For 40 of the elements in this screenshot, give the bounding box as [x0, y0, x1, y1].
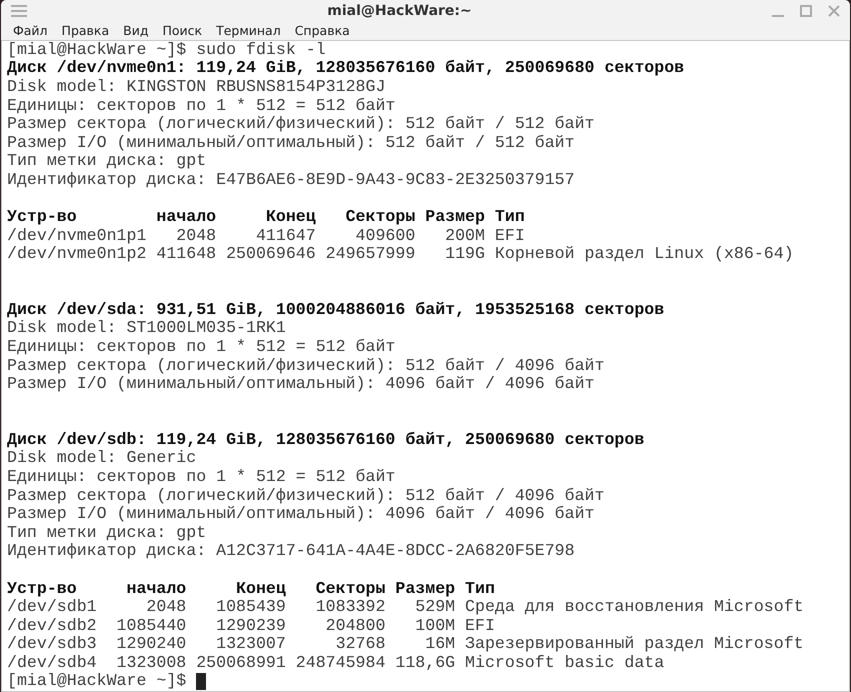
terminal-prompt: [mial@HackWare ~]$ sudo fdisk -l	[7, 40, 326, 60]
terminal-line: Единицы: секторов по 1 * 512 = 512 байт	[7, 338, 396, 357]
terminal-line: Тип метки диска: gpt	[7, 152, 206, 171]
menu-icon[interactable]	[11, 5, 27, 18]
menu-item[interactable]: Правка	[54, 22, 116, 38]
terminal-line: Устр-во начало Конец Секторы Размер Тип	[7, 580, 495, 598]
menu-item[interactable]: Терминал	[209, 22, 288, 38]
terminal-line: Идентификатор диска: E47B6AE6-8E9D-9A43-9C83-2E3250379157	[7, 170, 575, 190]
terminal-line: Диск /dev/sdb: 119,24 GiB, 128035676160 байт, 250069680 секторов	[7, 430, 644, 450]
terminal-line: Идентификатор диска: A12C3717-641A-4A4E-8DCC-2A6820F5E798	[7, 542, 575, 561]
terminal-line: Размер I/O (минимальный/оптимальный): 512 байт / 512 байт	[7, 134, 575, 152]
terminal-line: Disk model: Generic	[7, 449, 196, 468]
menu-item[interactable]: Файл	[6, 22, 55, 38]
terminal-line: /dev/sdb1 2048 1085439 1083392 529M Среда для восстановления Microsoft	[7, 598, 804, 617]
terminal-line: Размер сектора (логический/физический): 512 байт / 4096 байт	[7, 356, 604, 376]
terminal-line: Диск /dev/nvme0n1: 119,24 GiB, 128035676160 байт, 250069680 секторов	[7, 59, 684, 78]
menu-item[interactable]: Поиск	[155, 22, 210, 38]
menu-item[interactable]: Справка	[288, 22, 357, 38]
menu-item[interactable]: Вид	[116, 22, 156, 38]
terminal-prompt: [mial@HackWare ~]$	[7, 672, 186, 691]
terminal-line: /dev/sdb3 1290240 1323007 32768 16M Зарезервированный раздел Microsoft	[7, 635, 804, 654]
terminal-line: Disk model: ST1000LM035-1RK1	[7, 319, 286, 338]
terminal-line: Размер сектора (логический/физический): 512 байт / 512 байт	[7, 115, 595, 134]
terminal-line: Размер сектора (логический/физический): 512 байт / 4096 байт	[7, 486, 604, 506]
terminal-line: /dev/nvme0n1p1 2048 411647 409600 200M EFI	[7, 226, 525, 246]
terminal-line: Единицы: секторов по 1 * 512 = 512 байт	[7, 468, 396, 487]
terminal-pane[interactable]	[1, 40, 850, 692]
terminal-line: /dev/sdb4 1323008 250068991 248745984 118,6G Microsoft basic data	[7, 654, 664, 672]
close-icon[interactable]	[828, 5, 840, 18]
terminal-line: Disk model: KINGSTON RBUSNS8154P3128GJ	[7, 78, 386, 96]
maximize-icon[interactable]	[800, 5, 812, 18]
terminal-line: /dev/sdb2 1085440 1290239 204800 100M EFI	[7, 616, 495, 636]
terminal-line: /dev/nvme0n1p2 411648 250069646 249657999 119G Корневой раздел Linux (x86-64)	[7, 245, 794, 264]
terminal-line: Единицы: секторов по 1 * 512 = 512 байт	[7, 96, 396, 116]
terminal-line: Диск /dev/sda: 931,51 GiB, 1000204886016 байт, 1953525168 секторов	[7, 300, 664, 320]
terminal-line: Тип метки диска: gpt	[7, 524, 206, 542]
terminal-line: Размер I/O (минимальный/оптимальный): 4096 байт / 4096 байт	[7, 375, 595, 394]
terminal-line: Устр-во начало Конец Секторы Размер Тип	[7, 208, 525, 227]
window-title: mial@HackWare:~	[326, 3, 473, 20]
terminal-line: Размер I/O (минимальный/оптимальный): 4096 байт / 4096 байт	[7, 505, 595, 524]
